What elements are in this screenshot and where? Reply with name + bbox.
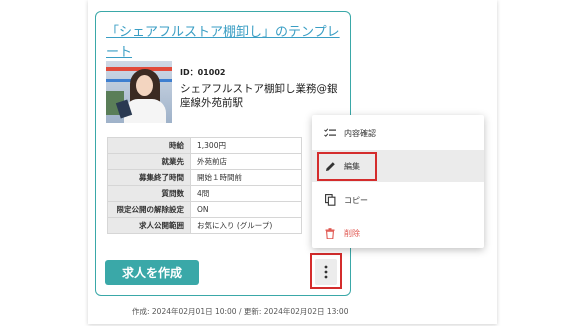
context-menu: 内容確認 編集 コピー 削除 (312, 115, 484, 248)
table-row: 限定公開の解除設定 ON (107, 201, 302, 218)
menu-item-label: 削除 (344, 228, 360, 238)
table-row: 時給 1,300円 (107, 137, 302, 154)
info-label: 募集終了時間 (107, 169, 191, 186)
checklist-icon (324, 127, 336, 139)
table-row: 求人公開範囲 お気に入り (グループ) (107, 217, 302, 234)
highlight-box-edit (317, 152, 377, 181)
info-value: 1,300円 (190, 137, 302, 154)
job-info-table: 時給 1,300円 就業先 外苑前店 募集終了時間 開始１時間前 質問数 4問 … (107, 137, 302, 234)
info-label: 質問数 (107, 185, 191, 202)
info-label: 求人公開範囲 (107, 217, 191, 234)
table-row: 募集終了時間 開始１時間前 (107, 169, 302, 186)
menu-item-review[interactable]: 内容確認 (312, 117, 484, 149)
info-value: ON (190, 201, 302, 218)
info-value: 4問 (190, 185, 302, 202)
trash-icon (324, 227, 336, 239)
info-label: 就業先 (107, 153, 191, 170)
menu-item-delete[interactable]: 削除 (312, 217, 484, 249)
job-photo (106, 61, 172, 123)
highlight-box-more (310, 253, 342, 289)
table-row: 質問数 4問 (107, 185, 302, 202)
job-id: ID：01002 (180, 68, 226, 77)
template-title-link[interactable]: 「シェアフルストア棚卸し」のテンプレート (106, 23, 344, 63)
info-label: 限定公開の解除設定 (107, 201, 191, 218)
menu-item-copy[interactable]: コピー (312, 184, 484, 216)
create-job-button[interactable]: 求人を作成 (105, 260, 199, 285)
info-value: お気に入り (グループ) (190, 217, 302, 234)
info-label: 時給 (107, 137, 191, 154)
timestamps: 作成: 2024年02月01日 10:00 / 更新: 2024年02月02日 … (132, 307, 349, 316)
menu-item-label: 内容確認 (344, 128, 376, 138)
table-row: 就業先 外苑前店 (107, 153, 302, 170)
menu-item-label: コピー (344, 195, 368, 205)
copy-icon (324, 194, 336, 206)
info-value: 開始１時間前 (190, 169, 302, 186)
info-value: 外苑前店 (190, 153, 302, 170)
job-name: シェアフルストア棚卸し業務@銀座線外苑前駅 (180, 83, 338, 109)
